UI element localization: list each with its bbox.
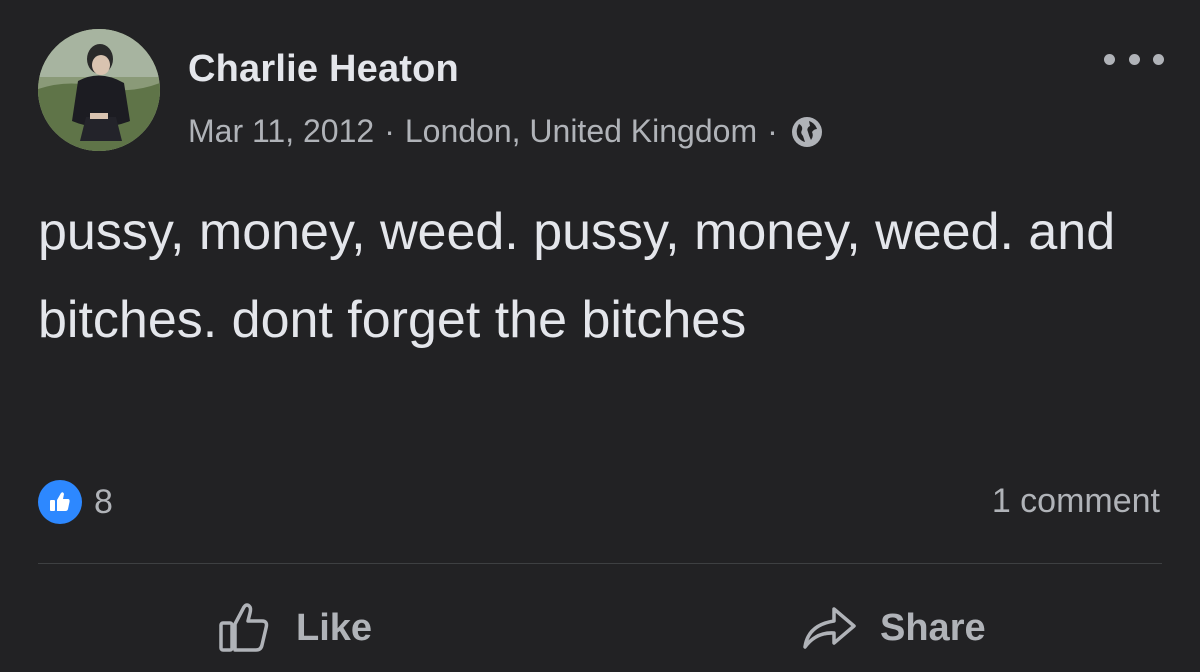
meta-separator: · [767, 113, 778, 149]
like-label: Like [296, 606, 373, 649]
more-dot-icon [1104, 53, 1115, 65]
share-button[interactable]: Share [800, 596, 986, 660]
post-meta: Mar 11, 2012 · London, United Kingdom · [188, 113, 824, 150]
thumbs-up-icon [219, 603, 269, 652]
like-button[interactable]: Like [216, 596, 372, 660]
more-options-button[interactable] [1104, 44, 1164, 74]
facebook-post: Charlie Heaton Mar 11, 2012 · London, Un… [0, 0, 1200, 672]
share-arrow-icon [803, 607, 856, 649]
globe-icon[interactable] [790, 115, 824, 149]
reactions-summary[interactable]: 8 [38, 480, 113, 524]
comment-count[interactable]: 1 comment [992, 482, 1160, 521]
divider [38, 563, 1162, 564]
post-date[interactable]: Mar 11, 2012 [188, 113, 374, 150]
post-text: pussy, money, weed. pussy, money, weed. … [38, 203, 1116, 349]
share-label: Share [880, 606, 986, 649]
meta-separator: · [384, 113, 395, 149]
more-dot-icon [1153, 53, 1164, 65]
more-dot-icon [1128, 53, 1140, 65]
post-location[interactable]: London, United Kingdom [405, 113, 757, 150]
avatar[interactable] [38, 29, 160, 151]
reaction-count: 8 [94, 482, 113, 521]
like-reaction-icon [38, 480, 82, 524]
author-name[interactable]: Charlie Heaton [188, 48, 459, 91]
